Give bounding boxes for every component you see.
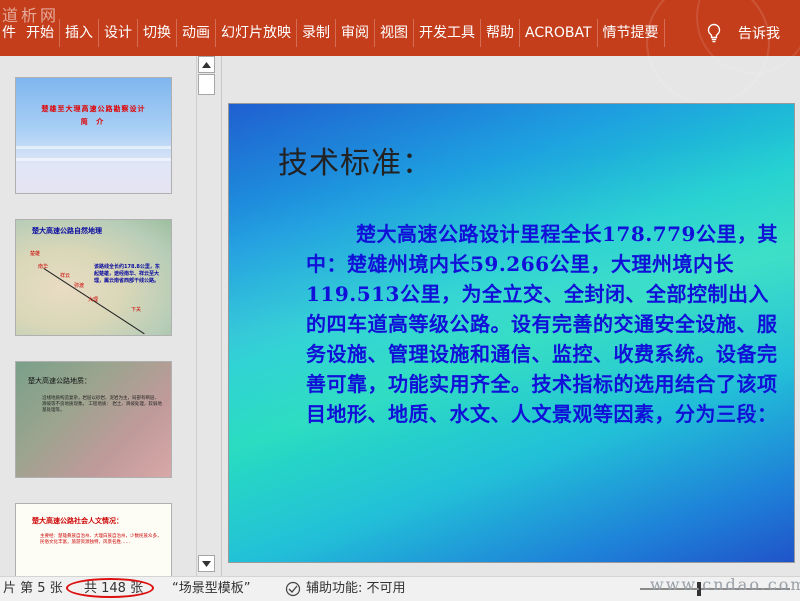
tab-transitions[interactable]: 切换 bbox=[138, 19, 177, 47]
tab-file[interactable]: 件 bbox=[0, 19, 21, 47]
annotation-circle bbox=[66, 578, 154, 598]
map-point: 大理 bbox=[88, 297, 99, 303]
thumbnail-body: 沿线地质构造复杂，岩层以砂岩、泥岩为主，局部有断层、滑坡等不良地质现象。 工程地… bbox=[42, 396, 162, 413]
thumbnail-title: 楚大高速公路自然地理 bbox=[32, 227, 102, 235]
thumbnail-title: 楚大高速公路社会人文情况： bbox=[32, 517, 123, 525]
tab-slideshow[interactable]: 幻灯片放映 bbox=[216, 19, 297, 47]
scroll-down-button[interactable] bbox=[198, 555, 215, 572]
map-point: 南华 bbox=[38, 264, 49, 270]
map-point: 祥云 bbox=[60, 273, 71, 279]
tab-storyboarding[interactable]: 情节提要 bbox=[598, 19, 665, 47]
thumbnail-title: 楚雄至大理高速公路勘察设计 bbox=[41, 105, 146, 113]
lightbulb-icon bbox=[707, 23, 721, 43]
thumbnails-scrollbar[interactable] bbox=[196, 56, 217, 576]
slide-thumbnail-4[interactable]: 楚大高速公路社会人文情况： 主要经：楚雄彝族自治州、大理白族自治州，少数民族众多… bbox=[15, 503, 172, 577]
slide-thumbnail-2[interactable]: 楚大高速公路自然地理 楚雄 南华 祥云 弥渡 大理 下关 该路线全长约178.8… bbox=[15, 219, 172, 336]
tab-insert[interactable]: 插入 bbox=[60, 19, 99, 47]
tab-view[interactable]: 视图 bbox=[375, 19, 414, 47]
tab-acrobat[interactable]: ACROBAT bbox=[520, 19, 598, 47]
thumbnail-band bbox=[16, 146, 171, 149]
thumbnail-band bbox=[16, 158, 171, 161]
slide-thumbnail-3[interactable]: 楚大高速公路地质： 沿线地质构造复杂，岩层以砂岩、泥岩为主，局部有断层、滑坡等不… bbox=[15, 361, 172, 478]
scroll-thumb[interactable] bbox=[198, 74, 215, 95]
map-point: 下关 bbox=[131, 307, 142, 313]
tab-home[interactable]: 开始 bbox=[21, 19, 60, 47]
slide-heading[interactable]: 技术标准： bbox=[278, 138, 433, 182]
thumbnail-subtitle: 简 介 bbox=[80, 118, 107, 126]
template-name[interactable]: “场景型模板” bbox=[172, 577, 250, 601]
scroll-up-button[interactable] bbox=[198, 56, 215, 73]
arrow-up-icon bbox=[202, 61, 211, 68]
tab-record[interactable]: 录制 bbox=[297, 19, 336, 47]
status-bar: 片 第 5 张 共 148 张 “场景型模板” 辅助功能: 不可用 www.cn… bbox=[0, 575, 800, 601]
tab-developer[interactable]: 开发工具 bbox=[414, 19, 481, 47]
tell-me-search[interactable]: 告诉我 bbox=[706, 19, 780, 47]
tab-design[interactable]: 设计 bbox=[99, 19, 138, 47]
watermark-url: www.cndao.com bbox=[650, 575, 800, 594]
tab-help[interactable]: 帮助 bbox=[481, 19, 520, 47]
slide-body-text[interactable]: 楚大高速公路设计里程全长178.779公里，其中：楚雄州境内长59.266公里，… bbox=[306, 219, 778, 429]
map-point: 弥渡 bbox=[74, 283, 85, 289]
tab-review[interactable]: 审阅 bbox=[336, 19, 375, 47]
ribbon-tab-bar: 道析网 件 开始 插入 设计 切换 动画 幻灯片放映 录制 审阅 视图 开发工具… bbox=[0, 0, 800, 104]
tell-me-label: 告诉我 bbox=[738, 26, 780, 42]
thumbnail-textbox: 该路线全长约178.8公里，东起楚雄，途经南华、祥云至大理，属云南省西部干线公路… bbox=[94, 264, 160, 284]
slide-number: 片 第 5 张 bbox=[3, 581, 63, 596]
accessibility-icon[interactable] bbox=[285, 581, 301, 597]
tab-animations[interactable]: 动画 bbox=[177, 19, 216, 47]
map-point: 楚雄 bbox=[30, 251, 41, 257]
accessibility-status[interactable]: 辅助功能: 不可用 bbox=[306, 577, 406, 601]
thumbnail-title: 楚大高速公路地质： bbox=[28, 377, 91, 385]
thumbnail-body: 主要经：楚雄彝族自治州、大理白族自治州，少数民族众多，民俗文化丰富，旅游资源独特… bbox=[40, 534, 162, 545]
ribbon-tabs: 件 开始 插入 设计 切换 动画 幻灯片放映 录制 审阅 视图 开发工具 帮助 … bbox=[0, 19, 665, 47]
arrow-down-icon bbox=[202, 560, 211, 567]
pane-divider[interactable] bbox=[221, 56, 222, 576]
slide-canvas[interactable]: 技术标准： 楚大高速公路设计里程全长178.779公里，其中：楚雄州境内长59.… bbox=[229, 104, 795, 563]
slide-thumbnail-1[interactable]: 楚雄至大理高速公路勘察设计 简 介 bbox=[15, 77, 172, 194]
